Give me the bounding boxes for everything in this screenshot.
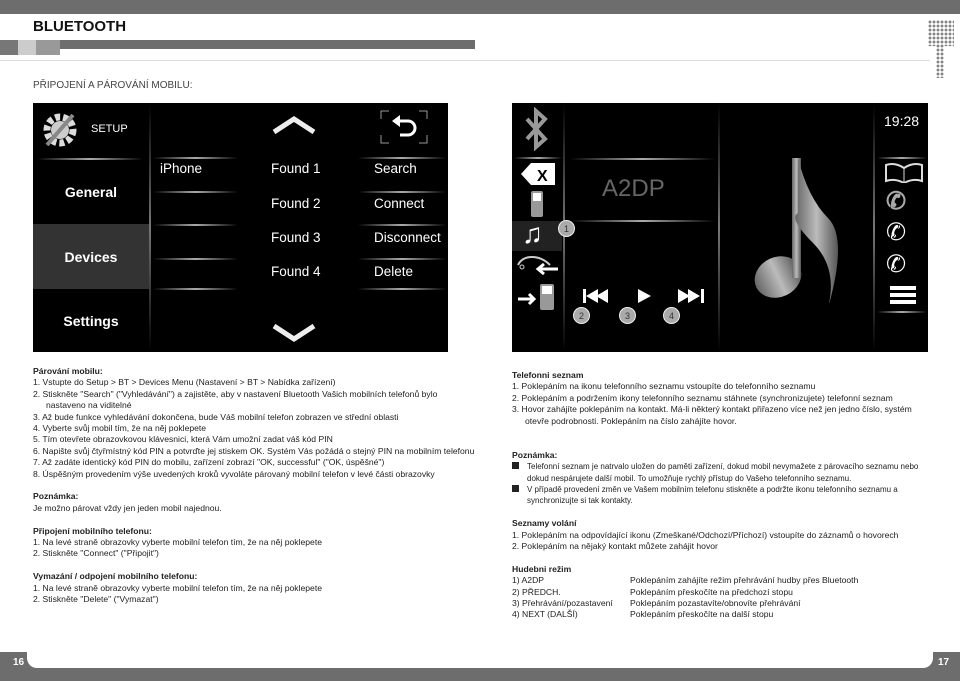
list-item: 1. Na levé straně obrazovky vyberte mobi… — [33, 537, 323, 548]
list-item: V případě provedení změn ve Vašem mobiln… — [512, 484, 932, 507]
delete-heading: Vymazání / odpojení mobilního telefonu: — [33, 571, 198, 582]
delete-button[interactable]: Delete — [374, 264, 413, 279]
list-item: 2. Poklepáním na nějaký kontakt můžete z… — [512, 541, 718, 552]
connect-button[interactable]: Connect — [374, 196, 424, 211]
divider — [0, 60, 930, 61]
list-item: 4. Vyberte svůj mobil tím, že na něj pok… — [33, 423, 207, 434]
list-item: 1. Poklepáním na ikonu telefonního sezna… — [512, 381, 816, 392]
note-heading: Poznámka: — [33, 491, 79, 502]
found-device-4[interactable]: Found 4 — [271, 264, 321, 279]
right-column-text: Telefonni seznam 1. Poklepáním na ikonu … — [512, 370, 932, 621]
found-device-2[interactable]: Found 2 — [271, 196, 321, 211]
found-device-3[interactable]: Found 3 — [271, 230, 321, 245]
backspace-icon[interactable]: X — [521, 163, 555, 185]
setup-screen: SETUP General Devices Settings iPhone Fo… — [33, 103, 448, 352]
list-item: 2. Poklepáním a podržením ikony telefonn… — [512, 392, 893, 403]
missed-calls-icon[interactable]: ✆ — [886, 187, 906, 216]
music-row: 2) PŘEDCH. Poklepáním přeskočíte na předc… — [512, 586, 793, 597]
bluetooth-icon — [525, 107, 548, 151]
note-heading: Poznámka: — [512, 449, 558, 460]
dotted-logo-icon — [928, 20, 954, 78]
svg-text:X: X — [537, 168, 548, 185]
play-pause-icon[interactable] — [636, 288, 652, 304]
list-item: Telefonní seznam je natrvalo uložen do p… — [512, 461, 932, 484]
back-icon[interactable] — [379, 109, 429, 145]
previous-track-icon[interactable] — [582, 288, 612, 304]
clock: 19:28 — [884, 113, 920, 129]
list-item: 3. Hovor zahájíte poklepáním na kontakt.… — [512, 404, 912, 426]
page-title: BLUETOOTH — [33, 18, 127, 35]
pairing-steps: 1. Vstupte do Setup > BT > Devices Menu … — [33, 377, 478, 480]
setup-label: SETUP — [91, 123, 128, 135]
pairing-heading: Párování mobilu: — [33, 366, 103, 376]
decorative-squares — [0, 40, 60, 55]
list-item: 2. Stiskněte "Connect" ("Připojit") — [33, 548, 159, 559]
list-item: 5. Tím otevřete obrazovkovou klávesnici,… — [33, 434, 333, 445]
phonebook-heading: Telefonni seznam — [512, 370, 584, 380]
callout-1: 1 — [558, 220, 575, 237]
car-arrow-icon[interactable] — [516, 253, 560, 275]
callout-2: 2 — [573, 307, 590, 324]
music-row: 4) NEXT (DALŠÍ) Poklepáním přeskočíte na … — [512, 609, 774, 620]
music-note-icon — [754, 158, 838, 303]
phone-icon[interactable] — [530, 190, 544, 218]
music-mode-heading: Hudebni režim — [512, 563, 572, 574]
search-button[interactable]: Search — [374, 161, 417, 176]
decorative-stripe — [0, 40, 475, 49]
keypad-icon[interactable] — [890, 286, 916, 304]
list-item: 6. Napište svůj čtyřmístný kód PIN a pot… — [33, 445, 475, 456]
connect-heading: Připojení mobilního telefonu: — [33, 525, 152, 536]
gear-wrench-icon — [43, 113, 77, 147]
footer-panel — [27, 645, 933, 668]
callout-4: 4 — [663, 307, 680, 324]
section-subtitle: PŘIPOJENÍ A PÁROVÁNÍ MOBILU: — [33, 80, 193, 91]
music-row: 1) A2DP Poklepáním zahájíte režim přehráv… — [512, 575, 859, 586]
page-number-right: 17 — [938, 657, 950, 668]
menu-devices[interactable]: Devices — [33, 224, 149, 289]
list-item: 3. Až bude funkce vyhledávání dokončena,… — [33, 411, 399, 422]
disconnect-button[interactable]: Disconnect — [374, 230, 441, 245]
callout-3: 3 — [619, 307, 636, 324]
scroll-down-icon[interactable] — [271, 323, 317, 343]
list-item: 1. Poklepáním na odpovídající ikonu (Zme… — [512, 529, 899, 540]
list-item: 2. Stiskněte "Delete" ("Vymazat") — [33, 594, 159, 605]
list-item: 1. Vstupte do Setup > BT > Devices Menu … — [33, 377, 336, 388]
paired-device-iphone[interactable]: iPhone — [160, 161, 202, 176]
page-number-left: 16 — [13, 657, 25, 668]
incoming-calls-icon[interactable]: ✆ — [886, 250, 906, 279]
list-item: 2. Stiskněte "Search" ("Vyhledávání") a … — [33, 388, 438, 411]
music-icon[interactable]: ♫ — [522, 218, 543, 250]
note-text: Je možno párovat vždy jen jeden mobil na… — [33, 502, 222, 513]
music-screen: X ♫ A2DP 1 2 3 4 19:28 ✆ ✆ ✆ — [512, 103, 928, 352]
scroll-up-icon[interactable] — [271, 115, 317, 135]
call-log-heading: Seznamy volání — [512, 518, 577, 529]
transfer-to-phone-icon[interactable] — [518, 283, 558, 311]
list-item: 8. Úspěšným provedením výše uvedených kr… — [33, 468, 435, 479]
menu-general[interactable]: General — [33, 160, 149, 224]
left-column-text: Párování mobilu: 1. Vstupte do Setup > B… — [33, 366, 478, 605]
phonebook-icon[interactable] — [884, 161, 924, 183]
outgoing-calls-icon[interactable]: ✆ — [886, 218, 906, 247]
list-item: 1. Na levé straně obrazovky vyberte mobi… — [33, 582, 323, 593]
top-bar — [0, 0, 960, 14]
music-row: 3) Přehrávání/pozastavení Poklepáním poza… — [512, 598, 801, 609]
menu-settings[interactable]: Settings — [33, 289, 149, 352]
found-device-1[interactable]: Found 1 — [271, 161, 321, 176]
next-track-icon[interactable] — [676, 288, 706, 304]
list-item: 7. Až zadáte identický kód PIN do mobilu… — [33, 457, 385, 468]
mode-label[interactable]: A2DP — [602, 175, 665, 203]
